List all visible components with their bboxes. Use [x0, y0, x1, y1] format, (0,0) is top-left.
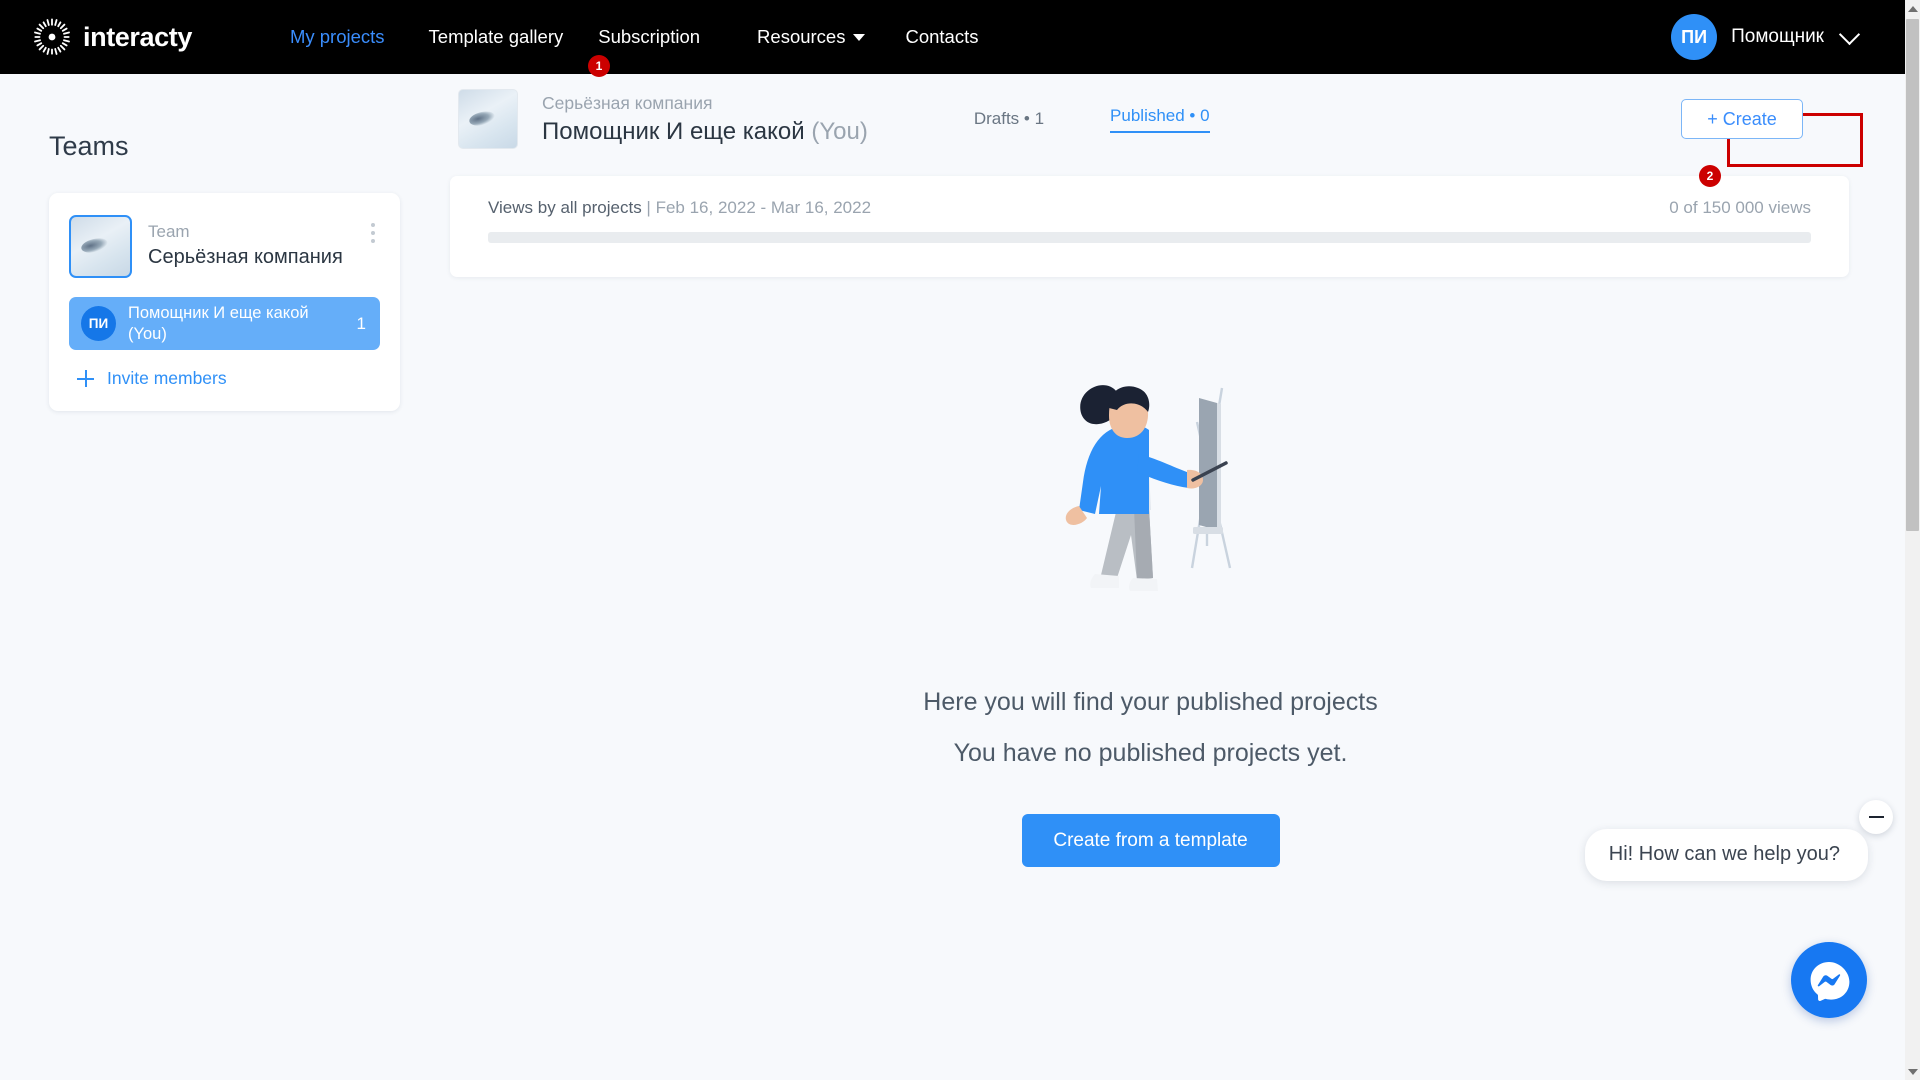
team-name: Серьёзная компания — [148, 246, 343, 269]
views-separator: | — [641, 198, 656, 217]
project-owner-you-suffix: (You) — [811, 117, 868, 145]
page-scrollbar[interactable] — [1905, 0, 1920, 1080]
invite-members-label: Invite members — [107, 368, 227, 388]
nav-item-my-projects[interactable]: My projects — [290, 26, 385, 48]
sunburst-logo-icon — [34, 18, 70, 55]
views-progress-bar — [488, 232, 1811, 243]
account-name: Помощник — [1731, 26, 1824, 47]
team-row[interactable]: Team Серьёзная компания — [69, 215, 380, 278]
member-project-count: 1 — [356, 313, 366, 333]
messenger-icon — [1810, 962, 1850, 1002]
brand-logo[interactable]: interacty — [32, 17, 192, 57]
main-nav-links: My projects Template gallery Subscriptio… — [290, 26, 979, 48]
empty-state: Here you will find your published projec… — [448, 370, 1853, 867]
views-quota-card: Views by all projects | Feb 16, 2022 - M… — [450, 176, 1849, 277]
member-name: Помощник И еще какой (You) — [128, 304, 309, 343]
annotation-badge-2: 2 — [1699, 165, 1721, 187]
kebab-menu-icon[interactable] — [368, 220, 378, 246]
chat-greeting-bubble[interactable]: Hi! How can we help you? — [1584, 829, 1868, 881]
views-label: Views by all projects | Feb 16, 2022 - M… — [488, 198, 871, 218]
scroll-down-arrow-icon[interactable] — [1905, 1063, 1920, 1080]
brand-name: interacty — [83, 21, 192, 52]
nav-label-subscription: Subscription — [598, 26, 701, 47]
views-label-text: Views by all projects — [488, 198, 642, 217]
avatar: ПИ — [1671, 14, 1718, 60]
project-company-name: Серьёзная компания — [542, 92, 713, 113]
app-page: interacty My projects Template gallery S… — [0, 0, 1920, 1080]
invite-members-button[interactable]: Invite members — [69, 368, 380, 389]
project-header: Серьёзная компания Помощник И еще какой … — [448, 74, 1853, 164]
nav-label-template-gallery: Template gallery — [428, 26, 564, 47]
page-title: Teams — [49, 131, 129, 161]
nav-label-my-projects: My projects — [289, 26, 385, 47]
team-role-label: Team — [148, 222, 190, 241]
empty-state-line-2: You have no published projects yet. — [953, 739, 1348, 767]
minimize-icon — [1868, 815, 1884, 819]
nav-item-template-gallery[interactable]: Template gallery — [429, 26, 564, 48]
project-count-tabs: Drafts • 1 Published • 0 — [974, 106, 1210, 133]
create-from-template-button[interactable]: Create from a template — [1021, 814, 1280, 867]
nav-item-contacts[interactable]: Contacts — [905, 26, 978, 48]
nav-item-resources[interactable]: Resources — [757, 26, 866, 48]
scrollbar-thumb[interactable] — [1906, 19, 1919, 531]
tab-published[interactable]: Published • 0 — [1110, 106, 1210, 133]
messenger-chat-button[interactable] — [1791, 942, 1867, 1018]
chevron-down-icon — [1838, 23, 1861, 45]
chevron-down-icon — [853, 33, 866, 41]
project-owner-title: Помощник И еще какой (You) — [542, 118, 868, 146]
woman-painting-easel-illustration — [1065, 385, 1231, 591]
create-button[interactable]: + Create — [1681, 99, 1803, 139]
empty-state-line-1: Here you will find your published projec… — [923, 688, 1378, 716]
teams-sidebar: Teams Team Серьёзная компания ПИ Помощни… — [0, 74, 420, 411]
team-photo-thumbnail — [69, 215, 132, 278]
project-titles: Серьёзная компания Помощник И еще какой … — [542, 93, 868, 146]
annotation-badge-1: 1 — [588, 55, 610, 77]
main-content: Серьёзная компания Помощник И еще какой … — [448, 74, 1853, 867]
nav-label-contacts: Contacts — [905, 26, 979, 47]
project-owner-name: Помощник И еще какой — [542, 117, 805, 145]
sidebar-item-member[interactable]: ПИ Помощник И еще какой (You) 1 — [69, 297, 380, 350]
tab-drafts[interactable]: Drafts • 1 — [974, 109, 1044, 129]
avatar: ПИ — [81, 306, 116, 341]
nav-label-resources: Resources — [757, 26, 846, 47]
account-menu[interactable]: ПИ Помощник — [1671, 14, 1861, 60]
team-meta: Team Серьёзная компания — [148, 215, 343, 269]
views-quota-text: 0 of 150 000 views — [1669, 198, 1811, 217]
views-card-header: Views by all projects | Feb 16, 2022 - M… — [488, 198, 1811, 218]
top-navigation-bar: interacty My projects Template gallery S… — [0, 0, 1905, 74]
team-card: Team Серьёзная компания ПИ Помощник И ещ… — [49, 193, 400, 411]
nav-item-subscription[interactable]: Subscription — [598, 26, 700, 48]
scroll-up-arrow-icon[interactable] — [1905, 0, 1920, 17]
plus-icon — [77, 370, 94, 387]
project-photo-thumbnail — [458, 89, 518, 149]
views-date-range: Feb 16, 2022 - Mar 16, 2022 — [655, 198, 872, 217]
chat-minimize-button[interactable] — [1859, 800, 1893, 834]
